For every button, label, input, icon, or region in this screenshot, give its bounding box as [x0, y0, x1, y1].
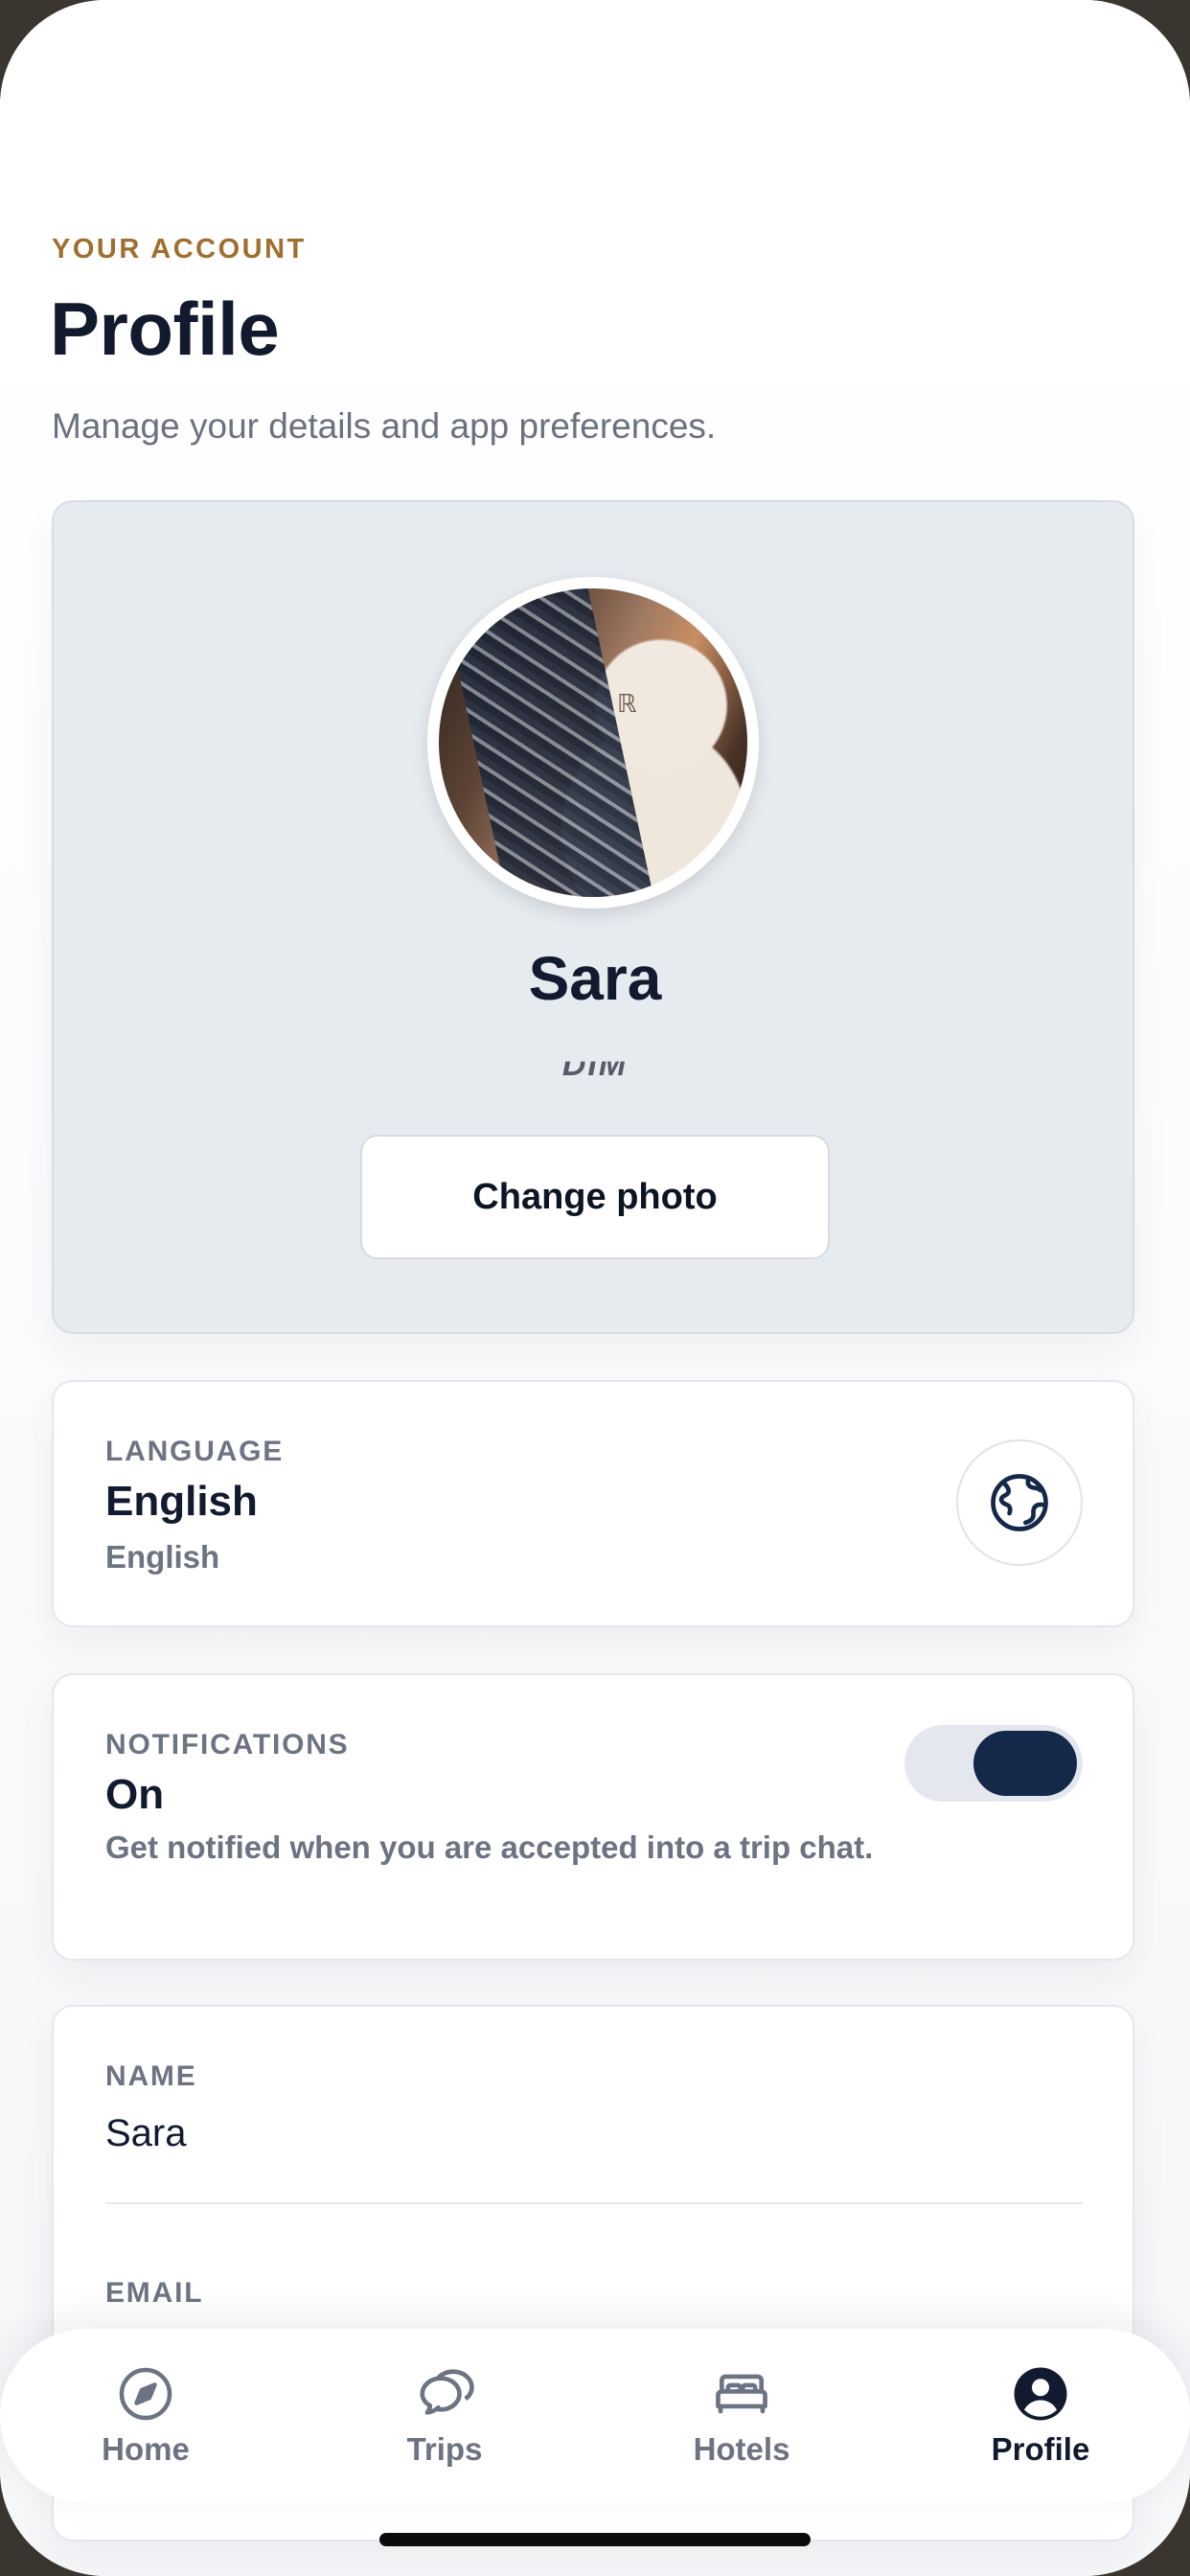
avatar[interactable]: ℝ	[439, 588, 747, 897]
bed-icon	[712, 2364, 771, 2424]
language-card[interactable]: LANGUAGE English English	[52, 1380, 1134, 1627]
language-value: English	[105, 1478, 258, 1525]
language-subvalue: English	[105, 1539, 220, 1575]
notifications-card: NOTIFICATIONS On Get notified when you a…	[52, 1673, 1134, 1961]
home-indicator[interactable]	[379, 2533, 811, 2546]
tab-home[interactable]: Home	[31, 2329, 261, 2503]
tab-label-hotels: Hotels	[693, 2431, 790, 2467]
tab-hotels[interactable]: Hotels	[627, 2329, 857, 2503]
profile-name: Sara	[528, 944, 662, 1013]
section-eyebrow: YOUR ACCOUNT	[52, 234, 307, 264]
name-label: NAME	[105, 2060, 197, 2092]
avatar-ring: ℝ	[427, 577, 759, 908]
user-circle-icon	[1011, 2364, 1070, 2424]
profile-card: ℝ Sara DIM Change photo	[52, 500, 1134, 1334]
phone-screen: YOUR ACCOUNT Profile Manage your details…	[0, 0, 1190, 2576]
tab-label-profile: Profile	[991, 2431, 1090, 2467]
notifications-value: On	[105, 1771, 165, 1818]
page-title: Profile	[50, 287, 280, 371]
email-label: EMAIL	[105, 2277, 204, 2309]
language-button[interactable]	[956, 1439, 1083, 1566]
tab-label-home: Home	[102, 2431, 190, 2467]
bottom-tab-bar: Home Trips Hotels Profile	[0, 2329, 1190, 2503]
avatar-photo-detail	[443, 588, 655, 897]
compass-icon	[116, 2364, 175, 2424]
notifications-description: Get notified when you are accepted into …	[105, 1829, 874, 1865]
notifications-toggle[interactable]	[904, 1725, 1083, 1802]
profile-handle: DIM	[561, 1046, 629, 1083]
page-subtitle: Manage your details and app preferences.	[52, 406, 717, 446]
field-divider	[105, 2202, 1083, 2204]
toggle-knob	[973, 1731, 1077, 1796]
name-field[interactable]: Sara	[105, 2112, 187, 2155]
globe-icon	[991, 1474, 1048, 1531]
tab-profile[interactable]: Profile	[926, 2329, 1156, 2503]
tab-label-trips: Trips	[406, 2431, 483, 2467]
tab-trips[interactable]: Trips	[330, 2329, 560, 2503]
change-photo-button[interactable]: Change photo	[360, 1135, 830, 1259]
chat-bubbles-icon	[415, 2364, 474, 2424]
avatar-photo-emblem: ℝ	[617, 690, 637, 718]
language-label: LANGUAGE	[105, 1436, 285, 1467]
notifications-label: NOTIFICATIONS	[105, 1729, 350, 1760]
